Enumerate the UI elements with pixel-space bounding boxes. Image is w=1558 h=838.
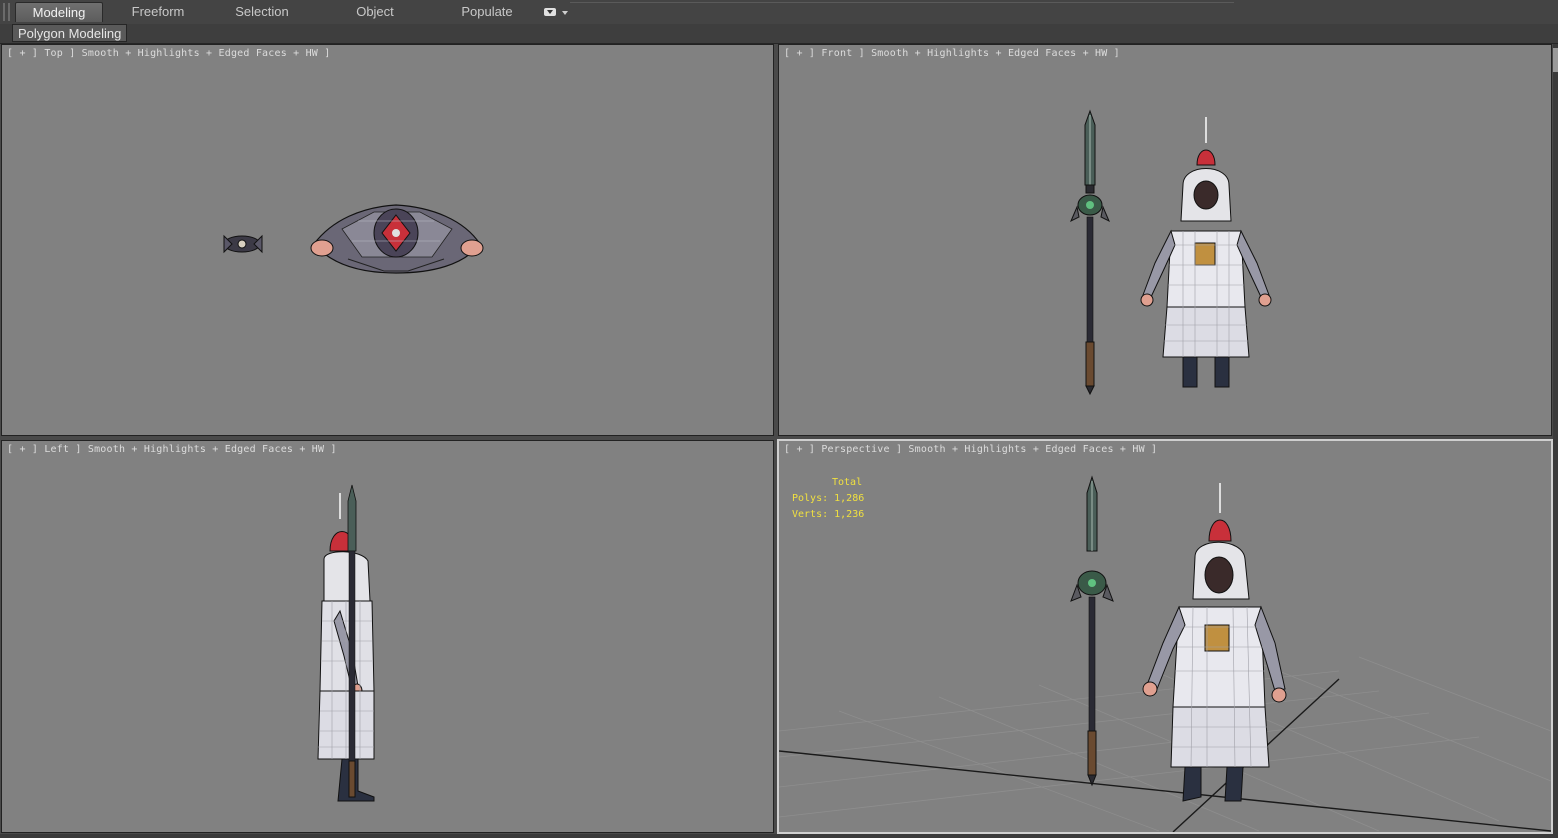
tab-populate[interactable]: Populate: [450, 2, 524, 22]
soldier-side-view: [317, 493, 375, 802]
ribbon-panel-bar: Polygon Modeling: [0, 24, 1558, 44]
viewport-perspective[interactable]: [ + ] Perspective ] Smooth + Highlights …: [777, 439, 1553, 834]
spear-top-view: [223, 234, 263, 254]
left-view-model: [317, 484, 375, 802]
spear-front-view: [1070, 109, 1110, 396]
bottom-bar: [0, 834, 1558, 838]
home-grid: [779, 656, 1551, 832]
viewport-left[interactable]: [ + ] Left ] Smooth + Highlights + Edged…: [1, 440, 774, 833]
perspective-view-model: [779, 475, 1551, 832]
dropdown-icon[interactable]: [562, 11, 568, 15]
ribbon-grip[interactable]: [8, 3, 10, 21]
tab-modeling[interactable]: Modeling: [15, 2, 103, 22]
tab-object-paint[interactable]: Object Paint: [330, 2, 420, 39]
ribbon-grip[interactable]: [3, 3, 5, 21]
polygon-modeling-panel[interactable]: Polygon Modeling: [12, 24, 128, 42]
viewport-top[interactable]: [ + ] Top ] Smooth + Highlights + Edged …: [1, 44, 774, 436]
spear-side-view: [347, 484, 357, 798]
spear-perspective-view: [1070, 475, 1114, 787]
tab-selection[interactable]: Selection: [224, 2, 300, 22]
tab-freeform[interactable]: Freeform: [120, 2, 196, 22]
soldier-top-view: [310, 204, 484, 274]
soldier-perspective-view: [1142, 483, 1287, 802]
top-view-model: [223, 204, 484, 274]
soldier-front-view: [1140, 117, 1272, 388]
viewport-front[interactable]: [ + ] Front ] Smooth + Highlights + Edge…: [778, 44, 1552, 436]
divider: [570, 2, 1234, 3]
front-view-model: [1070, 109, 1272, 396]
ribbon-tab-bar: Modeling Freeform Selection Object Paint…: [0, 0, 1558, 39]
right-scrollbar[interactable]: [1553, 44, 1558, 838]
scrollbar-thumb[interactable]: [1553, 48, 1558, 72]
ribbon-options-icon[interactable]: [544, 8, 556, 16]
